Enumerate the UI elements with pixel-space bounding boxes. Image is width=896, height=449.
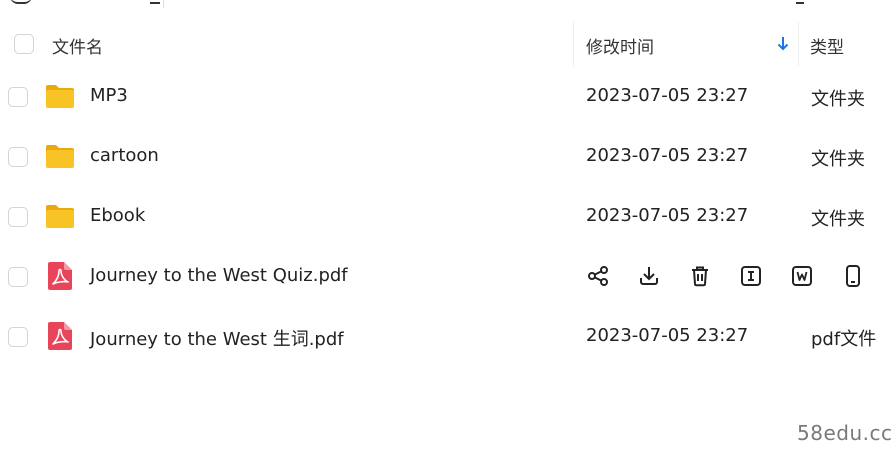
toolbar-divider bbox=[163, 0, 164, 8]
file-row[interactable]: cartoon 2023-07-05 23:27 文件夹 bbox=[0, 127, 896, 187]
search-icon bbox=[10, 0, 32, 4]
select-all-checkbox[interactable] bbox=[14, 34, 34, 54]
file-name[interactable]: Journey to the West Quiz.pdf bbox=[90, 265, 348, 286]
file-row[interactable]: Journey to the West 生词.pdf 2023-07-05 23… bbox=[0, 307, 896, 367]
word-convert-icon[interactable] bbox=[790, 264, 814, 288]
file-row[interactable]: Ebook 2023-07-05 23:27 文件夹 bbox=[0, 187, 896, 247]
pdf-file-icon bbox=[48, 322, 72, 350]
row-checkbox[interactable] bbox=[8, 327, 28, 347]
column-divider[interactable] bbox=[573, 22, 574, 66]
file-row[interactable]: MP3 2023-07-05 23:27 文件夹 bbox=[0, 67, 896, 127]
chevron-icon bbox=[796, 0, 804, 4]
toolbar-fragment bbox=[0, 0, 896, 8]
file-type: pdf文件 bbox=[811, 329, 877, 350]
column-header-name[interactable]: 文件名 bbox=[52, 33, 103, 58]
column-header-modified[interactable]: 修改时间 bbox=[586, 33, 654, 58]
text-extract-icon[interactable] bbox=[739, 264, 763, 288]
row-checkbox[interactable] bbox=[8, 207, 28, 227]
file-list-header: 文件名 修改时间 类型 bbox=[0, 20, 896, 68]
file-name[interactable]: Ebook bbox=[90, 205, 145, 226]
file-modified-time: 2023-07-05 23:27 bbox=[586, 85, 749, 106]
file-type: 文件夹 bbox=[811, 89, 865, 110]
column-header-type[interactable]: 类型 bbox=[810, 33, 844, 58]
row-checkbox[interactable] bbox=[8, 147, 28, 167]
row-checkbox[interactable] bbox=[8, 267, 28, 287]
file-type: 文件夹 bbox=[811, 149, 865, 170]
toolbar-fragment-mark bbox=[150, 0, 160, 4]
folder-icon bbox=[46, 85, 74, 108]
share-icon[interactable] bbox=[586, 264, 610, 288]
file-name[interactable]: MP3 bbox=[90, 85, 128, 106]
folder-icon bbox=[46, 145, 74, 168]
sort-descending-icon[interactable] bbox=[776, 36, 790, 52]
file-name[interactable]: cartoon bbox=[90, 145, 159, 166]
row-checkbox[interactable] bbox=[8, 87, 28, 107]
phone-send-icon[interactable] bbox=[841, 264, 865, 288]
file-row-hovered[interactable]: Journey to the West Quiz.pdf bbox=[0, 247, 896, 307]
pdf-file-icon bbox=[48, 262, 72, 290]
file-modified-time: 2023-07-05 23:27 bbox=[586, 145, 749, 166]
download-icon[interactable] bbox=[637, 264, 661, 288]
folder-icon bbox=[46, 205, 74, 228]
delete-icon[interactable] bbox=[688, 264, 712, 288]
column-divider[interactable] bbox=[798, 22, 799, 66]
file-modified-time: 2023-07-05 23:27 bbox=[586, 205, 749, 226]
file-name[interactable]: Journey to the West 生词.pdf bbox=[90, 325, 344, 351]
watermark: 58edu.cc bbox=[797, 421, 893, 445]
file-type: 文件夹 bbox=[811, 209, 865, 230]
file-modified-time: 2023-07-05 23:27 bbox=[586, 325, 749, 346]
